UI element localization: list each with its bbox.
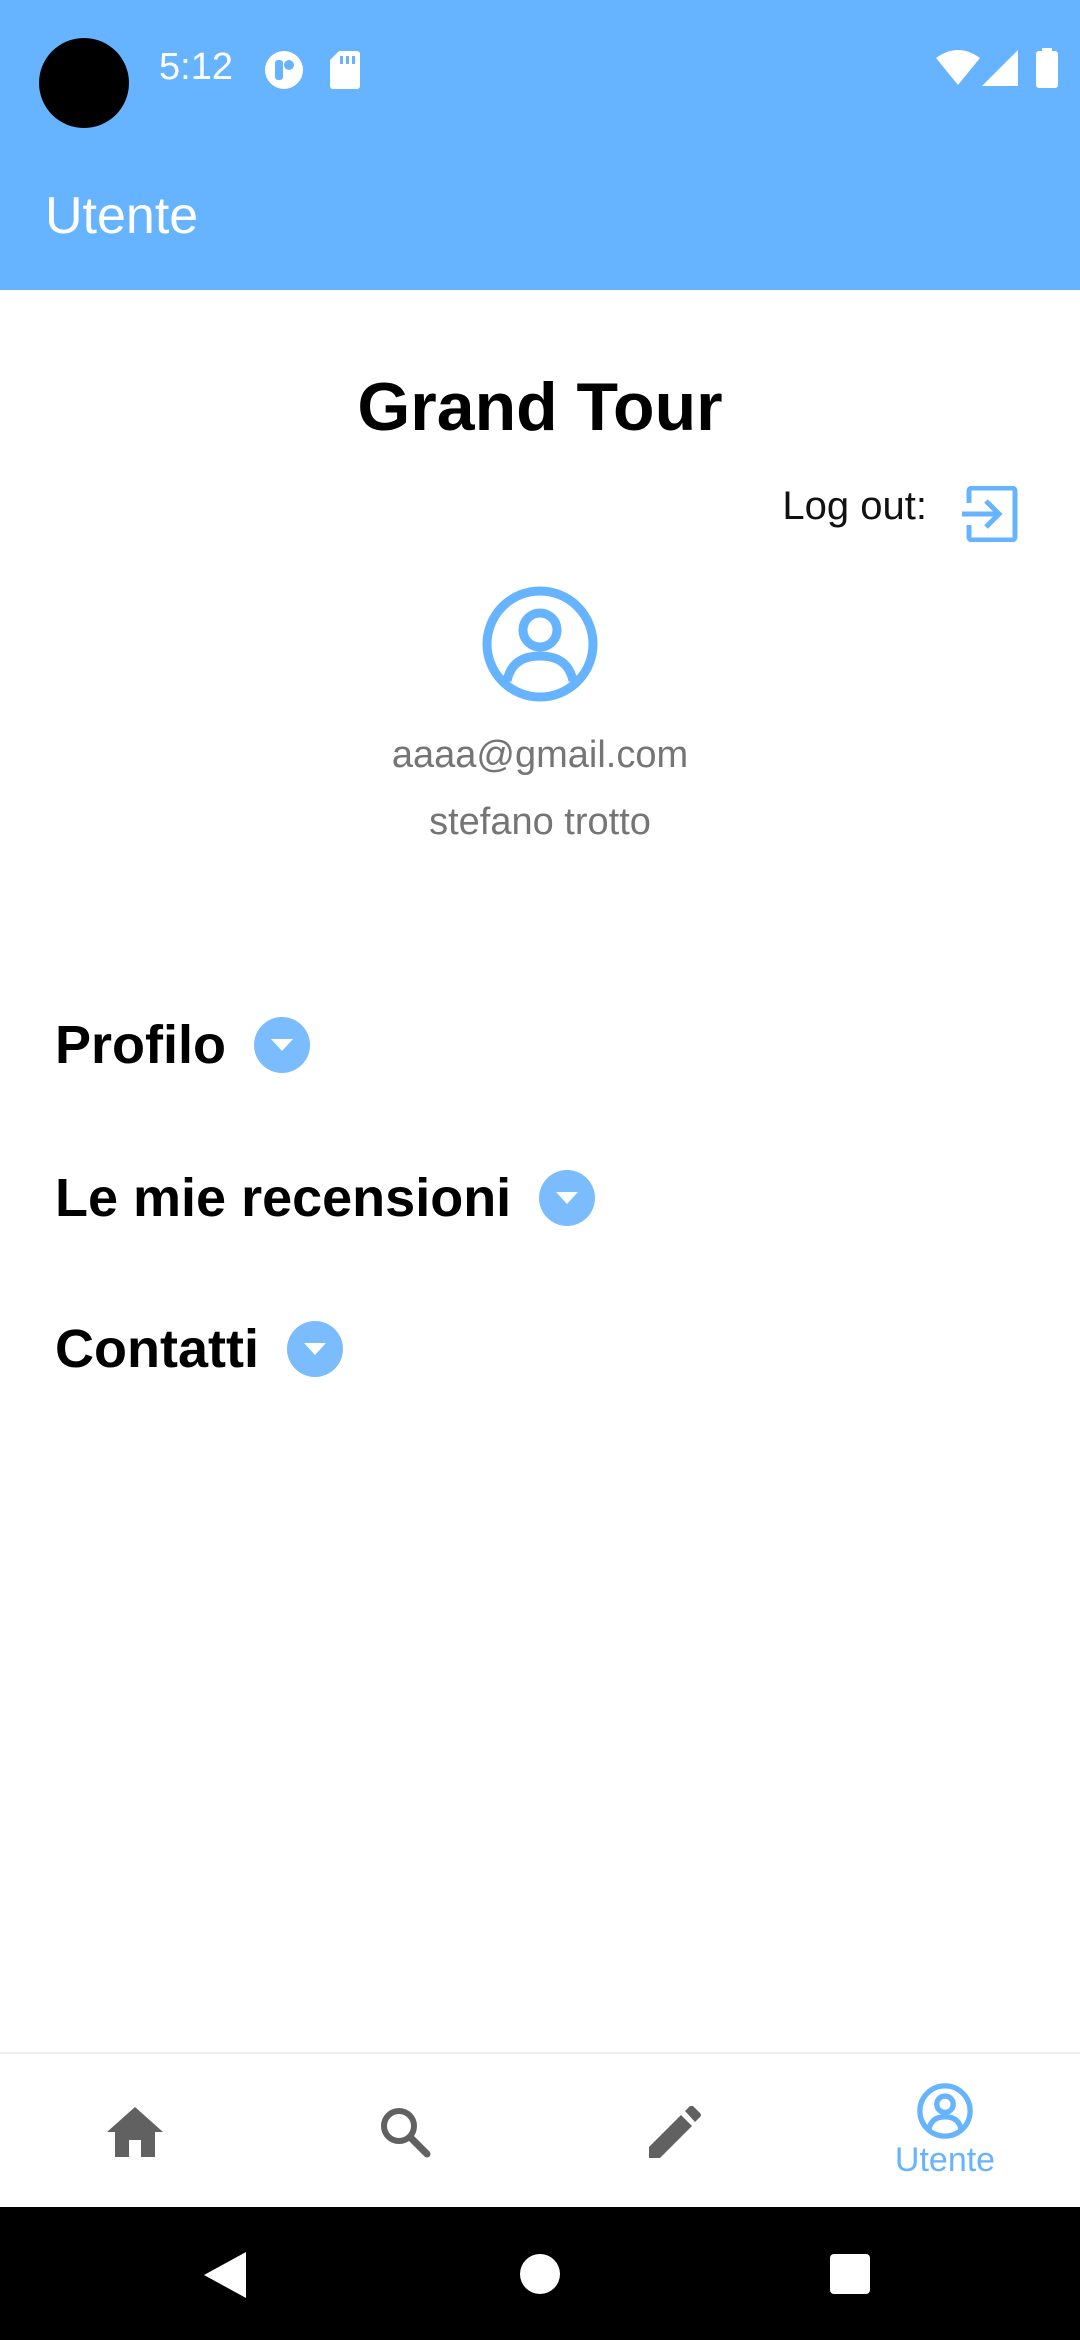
section-label: Contatti (55, 1319, 259, 1379)
brand-title: Grand Tour (357, 369, 723, 445)
sd-card-icon (330, 51, 360, 89)
account-circle-icon (482, 586, 598, 702)
section-label: Profilo (55, 1015, 226, 1075)
home-system-button[interactable] (520, 2254, 560, 2294)
user-email: aaaa@gmail.com (391, 734, 689, 776)
recents-button[interactable] (830, 2254, 870, 2294)
avatar (482, 586, 598, 702)
section-le-mie-recensioni[interactable]: Le mie recensioni (55, 1167, 596, 1229)
wifi-icon (936, 50, 980, 85)
back-button[interactable] (204, 2252, 246, 2298)
user-name: stefano trotto (429, 801, 651, 843)
account-circle-icon (917, 2083, 973, 2139)
app-bar-title: Utente (45, 187, 199, 245)
dropdown-toggle[interactable] (254, 1017, 310, 1073)
section-label: Le mie recensioni (55, 1168, 512, 1228)
section-profilo[interactable]: Profilo (55, 1014, 310, 1076)
status-bar: 5:12 (0, 0, 1080, 140)
search-icon (381, 2107, 431, 2157)
back-triangle-icon (204, 2252, 246, 2298)
dropdown-toggle[interactable] (286, 1321, 343, 1377)
signal-icon (982, 50, 1018, 86)
camera-cutout (39, 38, 129, 128)
caret-down-icon (271, 1039, 293, 1051)
nav-utente[interactable]: Utente (810, 2054, 1080, 2209)
system-navigation-bar (0, 2207, 1080, 2340)
home-circle-icon (520, 2254, 560, 2294)
bottom-navigation: Utente (0, 2052, 1080, 2207)
user-screen: 5:12 Utente Grand Tour Log out: aaaa@gma… (0, 0, 1080, 2340)
nav-search[interactable] (270, 2054, 540, 2209)
logout-button[interactable] (960, 486, 1018, 542)
nav-label: Utente (894, 2141, 996, 2179)
recents-square-icon (830, 2254, 870, 2294)
status-time: 5:12 (159, 46, 233, 88)
pencil-icon (649, 2105, 701, 2158)
caret-down-icon (556, 1192, 579, 1204)
section-contatti[interactable]: Contatti (55, 1318, 343, 1380)
nav-write-review[interactable] (540, 2054, 810, 2209)
header: 5:12 Utente (0, 0, 1080, 290)
notification-app-icon (265, 51, 303, 89)
dropdown-toggle[interactable] (539, 1170, 596, 1226)
caret-down-icon (303, 1343, 326, 1355)
battery-icon (1036, 48, 1058, 88)
nav-home[interactable] (0, 2054, 270, 2209)
logout-label: Log out: (782, 484, 927, 528)
home-icon (107, 2106, 163, 2157)
logout-icon (962, 486, 1018, 542)
